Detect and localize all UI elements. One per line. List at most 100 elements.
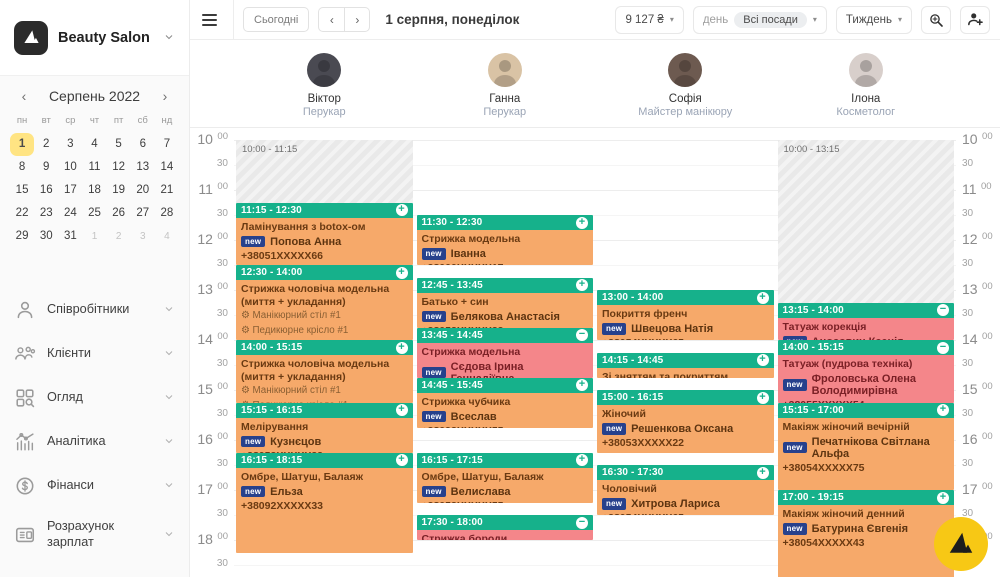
appointment-status-badge[interactable]: + [395,204,408,216]
appointment-status-badge[interactable]: + [756,291,769,304]
calendar-day[interactable]: 17 [58,179,82,202]
calendar-day[interactable]: 16 [34,179,58,202]
appointment-card[interactable]: 15:15 - 16:15+МеліруванняnewКузнєцов+380… [236,402,413,453]
chevron-down-icon[interactable] [163,391,175,405]
calendar-day[interactable]: 3 [58,133,82,156]
calendar-day[interactable]: 7 [155,133,179,156]
calendar-day[interactable]: 15 [10,179,34,202]
blocked-time-slot[interactable]: 10:00 - 11:15 [236,140,413,203]
chevron-down-icon[interactable] [163,303,175,317]
appointment-card[interactable]: 15:15 - 17:00 + Макіяж жіночий вечірній new… [777,402,954,490]
calendar-day[interactable]: 29 [10,225,34,248]
calendar-day[interactable]: 1 [82,225,106,248]
calendar-day[interactable]: 1 [10,133,35,156]
appointment-status-badge[interactable]: + [756,466,769,479]
staff-column-header-3[interactable]: Софія Майстер манікюру [595,40,776,127]
calendar-day[interactable]: 31 [58,225,82,248]
appointment-status-badge[interactable]: + [756,354,769,366]
sidebar-item-2[interactable]: Клієнти [0,332,189,376]
chevron-down-icon[interactable] [163,479,175,493]
calendar-day[interactable]: 27 [131,202,155,225]
calendar-day[interactable]: 25 [82,202,106,225]
calendar-day[interactable]: 19 [107,179,131,202]
calendar-day[interactable]: 13 [131,156,155,179]
appointment-card[interactable]: 17:30 - 18:00 − Стрижка бороди [416,515,593,540]
appointment-card[interactable]: 14:15 - 14:45 + Зі зняттям та покриттям [597,352,774,378]
floating-action-button[interactable] [934,517,988,571]
appointment-status-badge[interactable]: + [937,404,949,416]
calendar-prev-month[interactable]: ‹ [16,88,32,104]
calendar-day[interactable]: 11 [82,156,106,179]
appointment-status-badge[interactable]: + [576,216,588,229]
calendar-day[interactable]: 22 [10,202,34,225]
calendar-day[interactable]: 4 [155,225,179,248]
calendar-day[interactable]: 9 [34,156,58,179]
chevron-down-icon[interactable] [163,528,175,542]
sidebar-item-3[interactable]: Огляд [0,376,189,420]
staff-column-header-2[interactable]: Ганна Перукар [415,40,596,127]
calendar-day[interactable]: 14 [155,156,179,179]
appointment-card[interactable]: 16:15 - 17:15 + Омбре, Шатуш, Балаяж new Вел… [416,452,593,503]
appointment-status-badge[interactable]: + [576,454,588,466]
appointment-card[interactable]: 11:15 - 12:30 + Ламінування з botox-ом new П… [236,202,413,265]
appointment-card[interactable]: 17:00 - 19:15 + Макіяж жіночий денний new Ба… [777,490,954,577]
calendar-next-month[interactable]: › [157,88,173,104]
calendar-day[interactable]: 8 [10,156,34,179]
appointment-card[interactable]: 16:30 - 17:30 + Чоловічий new Хитрова Лариса… [597,465,774,515]
sidebar-item-5[interactable]: Фінанси [0,464,189,508]
calendar-day[interactable]: 23 [34,202,58,225]
blocked-time-slot[interactable]: 10:00 - 13:15 [777,140,954,303]
range-select[interactable]: Тиждень ▾ [835,5,912,34]
appointment-card[interactable]: 16:15 - 18:15 + Омбре, Шатуш, Балаяж new Ель… [236,452,413,553]
appointment-card[interactable]: 12:45 - 13:45 + Батько + син new Белякова Ан… [416,277,593,328]
appointment-status-badge[interactable]: − [937,304,949,316]
appointment-status-badge[interactable]: + [395,266,408,279]
appointment-status-badge[interactable]: + [576,279,588,291]
schedule-columns[interactable]: 10:00 - 11:15 11:15 - 12:30 + Ламінування з… [234,128,956,577]
appointment-status-badge[interactable]: − [937,341,949,354]
appointment-card[interactable]: 13:45 - 14:45 − Стрижка модельна new Сєдова … [416,327,593,378]
schedule-column-4[interactable]: 10:00 - 13:15 13:15 - 14:00− Татуаж корекц… [777,128,954,577]
appointment-status-badge[interactable]: + [395,404,408,416]
appointment-status-badge[interactable]: − [576,516,588,529]
hamburger-menu-icon[interactable] [198,13,224,26]
prev-day-button[interactable]: ‹ [318,7,345,32]
staff-column-header-1[interactable]: Віктор Перукар [234,40,415,127]
calendar-day[interactable]: 24 [58,202,82,225]
add-user-icon[interactable] [960,5,990,34]
calendar-days-grid[interactable]: 1 2 3 4 5 6 7 8 9 10 11 12 13 14 15 16 17 18 19 20 21 22 23 24 2… [10,133,179,248]
calendar-day[interactable]: 2 [34,133,58,156]
sidebar-item-4[interactable]: Аналітика [0,420,189,464]
revenue-dropdown[interactable]: 9 127 ₴ ▾ [615,5,684,34]
appointment-card[interactable]: 14:45 - 15:45 + Стрижка чубчика new Всеслав +… [416,377,593,428]
appointment-card[interactable]: 14:00 - 15:15 + Стрижка чоловіча модельна … [236,340,413,403]
sidebar-item-6[interactable]: Розрахунок зарплат [0,508,189,562]
appointment-status-badge[interactable]: + [395,341,408,354]
appointment-card[interactable]: 15:00 - 16:15 + Жіночий new Решенкова Оксана… [597,390,774,453]
schedule-column-1[interactable]: 10:00 - 11:15 11:15 - 12:30 + Ламінування з… [236,128,413,577]
calendar-day[interactable]: 2 [107,225,131,248]
calendar-day[interactable]: 4 [82,133,106,156]
zoom-in-icon[interactable] [921,5,951,34]
brand-header[interactable]: Beauty Salon [0,0,189,76]
appointment-status-badge[interactable]: + [937,491,949,504]
appointment-card[interactable]: 12:30 - 14:00 + Стрижка чоловіча модельна … [236,265,413,340]
appointment-card[interactable]: 11:30 - 12:30 + Стрижка модельна new Іванна+… [416,215,593,265]
calendar-day[interactable]: 21 [155,179,179,202]
chevron-down-icon[interactable] [163,347,175,361]
calendar-day[interactable]: 6 [131,133,155,156]
chevron-down-icon[interactable] [163,435,175,449]
next-day-button[interactable]: › [344,7,371,32]
appointment-card[interactable]: 13:00 - 14:00 + Покриття френч new Швецова Н… [597,290,774,340]
appointment-status-badge[interactable]: + [395,454,408,466]
calendar-day[interactable]: 12 [107,156,131,179]
calendar-day[interactable]: 10 [58,156,82,179]
calendar-day[interactable]: 18 [82,179,106,202]
appointment-card[interactable]: 13:15 - 14:00 −Татуаж корекціяnewАносович… [777,302,954,340]
sidebar-item-1[interactable]: Співробітники [0,288,189,332]
calendar-day[interactable]: 26 [107,202,131,225]
calendar-day[interactable]: 28 [155,202,179,225]
schedule-column-3[interactable]: 13:00 - 14:00 + Покриття френч new Швецова Н… [597,128,774,577]
schedule-column-2[interactable]: 11:30 - 12:30+Стрижка модельнаnewІванна+… [416,128,593,577]
positions-filter[interactable]: день Всі посади ▾ [692,5,827,34]
